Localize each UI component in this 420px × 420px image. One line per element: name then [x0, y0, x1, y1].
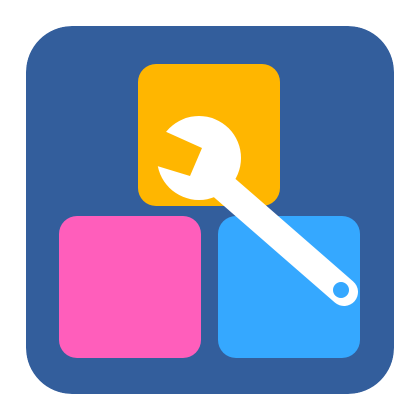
app-icon-graphic	[26, 26, 394, 394]
left-block	[59, 216, 201, 358]
app-icon[interactable]	[26, 26, 394, 394]
wrench-hole	[333, 282, 349, 298]
canvas	[0, 0, 420, 420]
